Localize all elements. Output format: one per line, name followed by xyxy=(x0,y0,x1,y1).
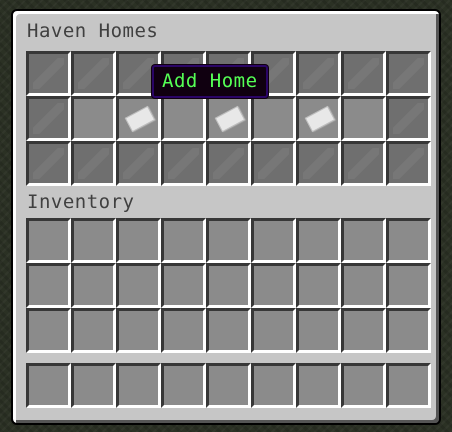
gray-glass-pane-icon[interactable] xyxy=(26,96,71,141)
inventory-slot[interactable] xyxy=(161,308,206,353)
gray-glass-pane-icon[interactable] xyxy=(71,141,116,186)
inventory-slot[interactable] xyxy=(26,218,71,263)
inventory-slot[interactable] xyxy=(341,263,386,308)
inventory-slot[interactable] xyxy=(386,218,431,263)
empty-slot[interactable] xyxy=(161,96,206,141)
inventory-slot[interactable] xyxy=(341,308,386,353)
gray-glass-pane-icon[interactable] xyxy=(296,141,341,186)
inventory-slot[interactable] xyxy=(161,218,206,263)
inventory-slot[interactable] xyxy=(71,218,116,263)
hotbar-slot[interactable] xyxy=(161,363,206,408)
inventory-slot[interactable] xyxy=(26,263,71,308)
empty-slot[interactable] xyxy=(251,96,296,141)
paper-icon xyxy=(304,105,336,133)
hotbar-slot[interactable] xyxy=(251,363,296,408)
gray-glass-pane-icon[interactable] xyxy=(386,141,431,186)
inventory-slot[interactable] xyxy=(251,263,296,308)
inventory-grid xyxy=(26,218,431,353)
gray-glass-pane-icon[interactable] xyxy=(341,141,386,186)
gray-glass-pane-icon[interactable] xyxy=(206,141,251,186)
inventory-slot[interactable] xyxy=(116,218,161,263)
inventory-slot[interactable] xyxy=(116,263,161,308)
hotbar-slot[interactable] xyxy=(296,363,341,408)
inventory-slot[interactable] xyxy=(296,263,341,308)
hotbar-slot[interactable] xyxy=(26,363,71,408)
inventory-slot[interactable] xyxy=(206,218,251,263)
gray-glass-pane-icon[interactable] xyxy=(386,51,431,96)
empty-slot[interactable] xyxy=(341,96,386,141)
home-slot[interactable] xyxy=(206,96,251,141)
inventory-slot[interactable] xyxy=(206,308,251,353)
gray-glass-pane-icon[interactable] xyxy=(251,141,296,186)
inventory-slot[interactable] xyxy=(251,218,296,263)
inventory-slot[interactable] xyxy=(296,218,341,263)
gray-glass-pane-icon[interactable] xyxy=(71,51,116,96)
hotbar-slot[interactable] xyxy=(386,363,431,408)
gray-glass-pane-icon[interactable] xyxy=(116,141,161,186)
paper-icon xyxy=(214,105,246,133)
hotbar-slot[interactable] xyxy=(71,363,116,408)
gray-glass-pane-icon[interactable] xyxy=(26,141,71,186)
inventory-slot[interactable] xyxy=(251,308,296,353)
hotbar-slot[interactable] xyxy=(341,363,386,408)
inventory-slot[interactable] xyxy=(71,308,116,353)
gray-glass-pane-icon[interactable] xyxy=(341,51,386,96)
hotbar-slot[interactable] xyxy=(116,363,161,408)
inventory-slot[interactable] xyxy=(161,263,206,308)
gray-glass-pane-icon[interactable] xyxy=(386,96,431,141)
home-slot[interactable] xyxy=(296,96,341,141)
hotbar-slot[interactable] xyxy=(206,363,251,408)
inventory-slot[interactable] xyxy=(341,218,386,263)
inventory-slot[interactable] xyxy=(296,308,341,353)
container-title: Haven Homes xyxy=(27,20,159,42)
inventory-slot[interactable] xyxy=(386,263,431,308)
paper-icon xyxy=(124,105,156,133)
gray-glass-pane-icon[interactable] xyxy=(26,51,71,96)
gray-glass-pane-icon[interactable] xyxy=(296,51,341,96)
add-home-tooltip: Add Home xyxy=(152,65,268,98)
inventory-slot[interactable] xyxy=(26,308,71,353)
inventory-slot[interactable] xyxy=(71,263,116,308)
inventory-slot[interactable] xyxy=(386,308,431,353)
inventory-slot[interactable] xyxy=(116,308,161,353)
hotbar-grid xyxy=(26,363,431,408)
empty-slot[interactable] xyxy=(71,96,116,141)
inventory-slot[interactable] xyxy=(206,263,251,308)
inventory-title: Inventory xyxy=(27,191,135,213)
gray-glass-pane-icon[interactable] xyxy=(161,141,206,186)
home-slot[interactable] xyxy=(116,96,161,141)
